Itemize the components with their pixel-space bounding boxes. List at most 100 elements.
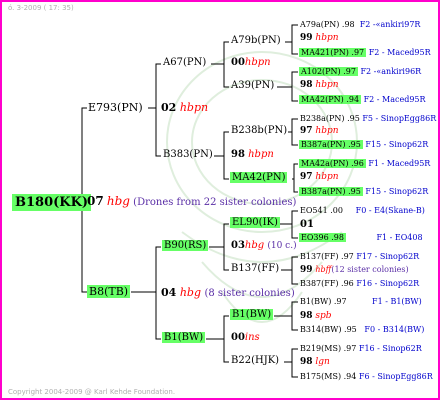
- gen3-node: B22(HJK): [231, 355, 279, 366]
- root-queen: B180(KK): [12, 191, 92, 211]
- gen4-name: B387a(PN): [301, 187, 346, 196]
- pedigree-frame: ó. 3-2009 ( 17: 35) B180(KK) 07 hbg (Dro…: [0, 0, 440, 400]
- dam-name: B8(TB): [87, 285, 131, 298]
- gen4-year: .95: [347, 114, 360, 123]
- gen3-name: A39(PN): [231, 80, 275, 91]
- gen4-name: EO396: [301, 233, 329, 242]
- gen2-species: hbg: [244, 240, 265, 251]
- gen4-mate-note: (12 sister colonies): [331, 265, 409, 274]
- gen4-row: B387a(PN) .95 F15 - Sinop62R: [299, 140, 428, 149]
- gen2-species: hbpn: [244, 57, 271, 68]
- root-info: 07 hbg (Drones from 22 sister colonies): [87, 194, 296, 208]
- gen4-mate-species: spb: [315, 311, 332, 321]
- root-species: hbg: [106, 194, 130, 208]
- root-drone-note: (Drones from 22 sister colonies): [133, 197, 297, 208]
- gen4-ref: F16 - Sinop62R: [358, 344, 422, 353]
- gen4-year: .95: [348, 187, 361, 196]
- gen4-year: .98: [341, 20, 355, 29]
- gen4-mate: 98 hbpn: [300, 80, 339, 90]
- gen4-year: .94: [343, 372, 357, 381]
- gen2-species: hbpn: [248, 149, 274, 160]
- gen4-mate-species: hbff: [315, 265, 332, 274]
- gen4-year: .96: [351, 159, 364, 168]
- gen4-mate: 99 hbpn: [300, 33, 339, 43]
- gen3-name: B137(FF): [231, 263, 280, 274]
- gen4-year: .97: [341, 252, 354, 261]
- gen4-ref: F2 -«ankiri96R: [360, 67, 422, 76]
- gen4-year: .98: [331, 233, 344, 242]
- gen4-mate: 98 spb: [300, 311, 332, 321]
- gen4-year: .95: [344, 325, 357, 334]
- gen4-row: MA42a(PN) .96 F1 - Maced95R: [299, 159, 430, 168]
- gen3-name: B238b(PN): [231, 125, 288, 136]
- gen4-name: B238a(PN): [300, 114, 345, 123]
- gen3-node: MA42(PN): [230, 172, 288, 183]
- gen4-name: A102(PN): [301, 67, 341, 76]
- gen4-name: EO541: [300, 206, 328, 215]
- gen4-year: .97: [351, 48, 365, 57]
- gen2-node: B90(RS): [162, 240, 209, 251]
- sire-species: hbpn: [179, 101, 209, 114]
- sire-node: E793(PN): [88, 101, 143, 114]
- gen3-name: B1(BW): [230, 309, 274, 320]
- gen4-row: MA421(PN) .97 F2 - Maced95R: [299, 48, 431, 57]
- gen4-name: B137(FF): [300, 252, 339, 261]
- sire-year: 02: [161, 101, 177, 114]
- gen3-node: A39(PN): [231, 80, 274, 91]
- gen4-ref: F6 - SinopEgg86R: [358, 372, 433, 381]
- gen2-info: 00hbpn: [231, 57, 271, 68]
- gen3-node: B137(FF): [231, 263, 279, 274]
- gen4-ref: F1 - B1(BW): [372, 297, 422, 306]
- gen4-year: .97: [343, 344, 357, 353]
- gen4-mate-year: 98: [300, 80, 313, 90]
- gen4-mate-species: hbpn: [315, 172, 339, 182]
- gen3-name: MA42(PN): [230, 172, 288, 183]
- gen4-mate-species: hbpn: [315, 126, 339, 136]
- gen4-year: .97: [343, 67, 356, 76]
- gen4-row: B387a(PN) .95 F15 - Sinop62R: [299, 187, 428, 196]
- gen4-mate-year: 98: [300, 311, 313, 321]
- gen4-name: B175(MS): [300, 372, 342, 381]
- gen4-mate: 97 hbpn: [300, 172, 339, 182]
- gen3-year-right: 01: [300, 219, 314, 230]
- gen2-year: 98: [231, 149, 245, 160]
- dam-node: B8(TB): [87, 285, 131, 298]
- gen2-year: 03: [231, 240, 245, 251]
- gen4-row: B137(FF) .97 F17 - Sinop62R: [300, 252, 419, 261]
- gen4-ref: F2 - Maced95R: [363, 95, 426, 104]
- gen4-name: B219(MS): [300, 344, 342, 353]
- gen4-mate-year: 97: [300, 172, 313, 182]
- gen2-year: 00: [231, 332, 245, 343]
- gen4-ref: F17 - Sinop62R: [356, 252, 420, 261]
- gen4-ref: F16 - Sinop62R: [356, 279, 420, 288]
- sire-info: 02 hbpn: [161, 101, 208, 114]
- gen3-node: A79b(PN): [231, 35, 281, 46]
- gen2-name: B383(PN): [163, 149, 213, 160]
- gen4-name: A79a(PN): [300, 20, 340, 29]
- gen4-ref: F2 - Maced95R: [368, 48, 431, 57]
- gen4-row: B314(BW) .95 F0 - B314(BW): [300, 325, 424, 334]
- gen2-note: (10 c.): [267, 241, 297, 251]
- root-year: 07: [87, 194, 104, 208]
- gen4-ref: F0 - B314(BW): [364, 325, 425, 334]
- gen4-ref: F15 - Sinop62R: [365, 187, 429, 196]
- gen4-name: MA42a(PN): [301, 159, 349, 168]
- dam-info: 04 hbg (8 sister colonies): [161, 286, 295, 299]
- gen4-row: EO396 .98 F1 - EO408: [299, 233, 423, 242]
- gen4-mate-year: 99: [300, 33, 313, 43]
- gen4-mate: 98 lgn: [300, 357, 330, 367]
- gen4-row: B238a(PN) .95 F5 - SinopEgg86R: [300, 114, 436, 123]
- gen3-name: EL90(IK): [230, 217, 280, 228]
- gen4-mate: 99 hbff(12 sister colonies): [300, 265, 409, 275]
- gen4-row: A102(PN) .97 F2 -«ankiri96R: [299, 67, 421, 76]
- gen2-name: B90(RS): [162, 240, 209, 251]
- gen4-name: B314(BW): [300, 325, 342, 334]
- gen2-node: A67(PN): [163, 57, 206, 68]
- gen4-ref: F5 - SinopEgg86R: [362, 114, 437, 123]
- gen2-info: 00ins: [231, 332, 260, 343]
- gen4-year: .97: [333, 297, 347, 306]
- gen4-mate-species: lgn: [315, 357, 330, 367]
- sire-name: E793(PN): [88, 101, 143, 114]
- gen2-name: A67(PN): [163, 57, 207, 68]
- gen4-year: .94: [346, 95, 360, 104]
